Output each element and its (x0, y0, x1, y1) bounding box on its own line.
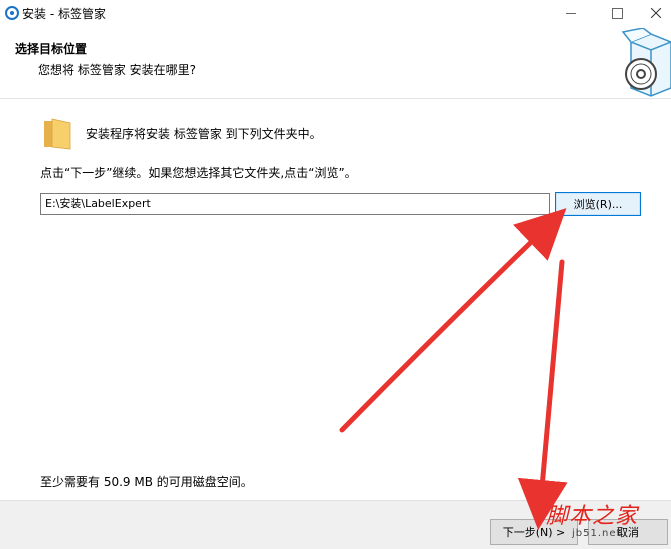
folder-icon (44, 118, 71, 150)
arrow-to-browse (339, 208, 567, 433)
install-description: 安装程序将安装 标签管家 到下列文件夹中。 (86, 127, 322, 141)
watermark-logo-text: 脚本之家 (546, 504, 639, 529)
maximize-button[interactable] (594, 0, 640, 26)
minimize-button[interactable] (548, 0, 594, 26)
instruction-text: 点击“下一步”继续。如果您想选择其它文件夹,点击“浏览”。 (40, 166, 357, 180)
watermark-url: jb51.net (572, 528, 622, 539)
browse-button[interactable]: 浏览(R)... (555, 192, 641, 216)
page-title: 选择目标位置 (15, 42, 88, 56)
minimize-icon (566, 12, 576, 14)
close-icon (650, 8, 661, 18)
site-watermark: 脚本之家 jb51.net (546, 498, 666, 546)
page-subtitle: 您想将 标签管家 安装在哪里? (38, 63, 196, 77)
disk-space-text: 至少需要有 50.9 MB 的可用磁盘空间。 (40, 475, 253, 489)
maximize-icon (611, 7, 623, 19)
arrow-to-next (517, 259, 568, 530)
window-title: 安装 - 标签管家 (22, 7, 106, 21)
install-path-input[interactable] (40, 193, 550, 215)
close-button[interactable] (640, 0, 671, 26)
installer-icon (5, 6, 19, 20)
header-divider (0, 98, 671, 99)
package-disc-icon (621, 28, 671, 97)
